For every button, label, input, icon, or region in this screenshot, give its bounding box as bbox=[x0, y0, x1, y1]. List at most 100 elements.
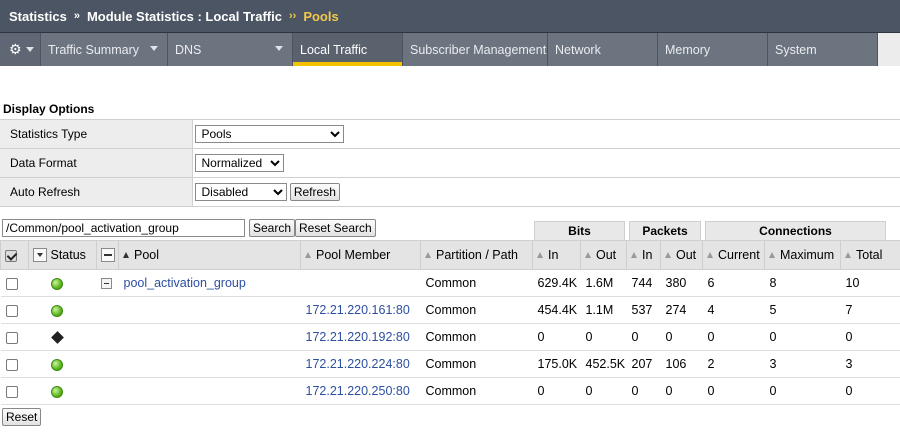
pool-member-link[interactable]: 172.21.220.192:80 bbox=[306, 330, 410, 344]
packets-in-column-header[interactable]: In bbox=[626, 240, 661, 270]
status-column-header[interactable]: Status bbox=[28, 240, 97, 270]
row-checkbox[interactable] bbox=[5, 304, 18, 317]
pool-member-cell bbox=[300, 269, 421, 297]
table-row: pool_activation_group Common 629.4K 1.6M… bbox=[0, 269, 900, 297]
table-row: 172.21.220.192:80 Common 0 0 0 0 0 0 0 bbox=[0, 323, 900, 351]
packets-out-cell: 106 bbox=[660, 350, 703, 378]
pool-cell bbox=[118, 350, 301, 378]
partition-cell: Common bbox=[420, 269, 533, 297]
reset-search-button[interactable]: Reset Search bbox=[295, 219, 376, 237]
tab-system[interactable]: System bbox=[768, 33, 878, 66]
sort-icon bbox=[631, 252, 637, 258]
total-header-label: Total bbox=[856, 248, 883, 262]
tab-memory[interactable]: Memory bbox=[658, 33, 768, 66]
packets-out-column-header[interactable]: Out bbox=[660, 240, 703, 270]
current-cell: 6 bbox=[702, 269, 765, 297]
tab-label: Network bbox=[555, 42, 601, 57]
chevron-down-icon bbox=[26, 47, 34, 52]
sort-asc-icon bbox=[123, 252, 129, 258]
maximum-header-label: Maximum bbox=[780, 248, 835, 262]
pool-member-column-header[interactable]: Pool Member bbox=[300, 240, 421, 270]
bits-in-cell: 0 bbox=[532, 323, 581, 351]
sort-icon bbox=[425, 252, 431, 258]
collapse-all-icon[interactable] bbox=[101, 248, 115, 263]
breadcrumb-statistics[interactable]: Statistics bbox=[9, 9, 67, 24]
current-column-header[interactable]: Current bbox=[702, 240, 765, 270]
tab-traffic-summary[interactable]: Traffic Summary bbox=[41, 33, 168, 66]
current-cell: 0 bbox=[702, 377, 765, 405]
tab-local-traffic[interactable]: Local Traffic bbox=[293, 33, 403, 66]
bits-out-cell: 1.1M bbox=[580, 296, 627, 324]
bits-out-cell: 452.5K bbox=[580, 350, 627, 378]
current-cell: 4 bbox=[702, 296, 765, 324]
bits-out-header-label: Out bbox=[596, 248, 617, 262]
pool-cell bbox=[118, 377, 301, 405]
statistics-type-select[interactable]: Pools bbox=[194, 125, 344, 143]
tab-label: Local Traffic bbox=[300, 42, 368, 57]
tab-subscriber-management[interactable]: Subscriber Management bbox=[403, 33, 548, 66]
sort-icon bbox=[305, 252, 311, 258]
pool-member-link[interactable]: 172.21.220.224:80 bbox=[306, 357, 410, 371]
select-all-checkbox[interactable] bbox=[5, 249, 17, 262]
breadcrumb: Statistics » Module Statistics : Local T… bbox=[0, 0, 900, 33]
tab-label: Memory bbox=[665, 42, 711, 57]
row-checkbox[interactable] bbox=[5, 277, 18, 290]
tab-bar: ⚙ Traffic Summary DNS Local Traffic Subs… bbox=[0, 33, 900, 66]
tab-network[interactable]: Network bbox=[548, 33, 658, 66]
refresh-button[interactable]: Refresh bbox=[289, 183, 340, 201]
breadcrumb-separator: ›› bbox=[288, 10, 297, 22]
pool-member-link[interactable]: 172.21.220.161:80 bbox=[306, 303, 410, 317]
table-row: 172.21.220.250:80 Common 0 0 0 0 0 0 0 bbox=[0, 377, 900, 405]
total-column-header[interactable]: Total bbox=[840, 240, 900, 270]
chevron-down-icon bbox=[275, 46, 283, 51]
row-checkbox[interactable] bbox=[5, 358, 18, 371]
partition-cell: Common bbox=[420, 350, 533, 378]
status-offline-icon bbox=[50, 331, 64, 345]
packets-in-header-label: In bbox=[642, 248, 653, 262]
packets-out-header-label: Out bbox=[676, 248, 697, 262]
pool-link[interactable]: pool_activation_group bbox=[124, 276, 246, 290]
packets-group-header: Packets bbox=[629, 221, 701, 240]
status-header-label: Status bbox=[50, 247, 86, 262]
row-checkbox[interactable] bbox=[5, 331, 18, 344]
pool-member-header-label: Pool Member bbox=[316, 248, 391, 262]
auto-refresh-select[interactable]: Disabled bbox=[194, 183, 287, 201]
packets-in-cell: 537 bbox=[626, 296, 661, 324]
select-all-cell bbox=[0, 240, 29, 270]
breadcrumb-module-statistics[interactable]: Module Statistics : Local Traffic bbox=[87, 9, 282, 24]
sort-icon bbox=[585, 252, 591, 258]
maximum-cell: 0 bbox=[764, 377, 841, 405]
packets-out-cell: 380 bbox=[660, 269, 703, 297]
tab-label: Subscriber Management bbox=[410, 42, 547, 57]
row-checkbox[interactable] bbox=[5, 385, 18, 398]
breadcrumb-current: Pools bbox=[303, 8, 339, 24]
maximum-column-header[interactable]: Maximum bbox=[764, 240, 841, 270]
pool-statistics-table: Status Pool Pool Member Partition / Path… bbox=[0, 240, 900, 405]
bits-in-cell: 454.4K bbox=[532, 296, 581, 324]
gear-menu-button[interactable]: ⚙ bbox=[0, 33, 41, 66]
data-format-select[interactable]: Normalized bbox=[194, 154, 284, 172]
tab-dns[interactable]: DNS bbox=[168, 33, 293, 66]
statistics-type-label: Statistics Type bbox=[0, 119, 193, 149]
search-button[interactable]: Search bbox=[249, 219, 296, 237]
auto-refresh-label: Auto Refresh bbox=[0, 177, 193, 207]
partition-column-header[interactable]: Partition / Path bbox=[420, 240, 533, 270]
total-cell: 10 bbox=[840, 269, 900, 297]
pool-cell bbox=[118, 323, 301, 351]
maximum-cell: 8 bbox=[764, 269, 841, 297]
packets-out-cell: 0 bbox=[660, 323, 703, 351]
pool-column-header[interactable]: Pool bbox=[118, 240, 301, 270]
filter-input[interactable] bbox=[2, 219, 245, 237]
current-cell: 0 bbox=[702, 323, 765, 351]
collapse-pool-icon[interactable] bbox=[100, 278, 112, 290]
status-available-icon bbox=[50, 385, 63, 398]
dropdown-icon[interactable] bbox=[33, 248, 47, 263]
collapse-all-cell bbox=[96, 240, 119, 270]
pool-header-label: Pool bbox=[134, 248, 160, 262]
pool-member-link[interactable]: 172.21.220.250:80 bbox=[306, 384, 410, 398]
packets-in-cell: 207 bbox=[626, 350, 661, 378]
bits-out-column-header[interactable]: Out bbox=[580, 240, 627, 270]
reset-button[interactable]: Reset bbox=[2, 408, 42, 426]
bits-in-column-header[interactable]: In bbox=[532, 240, 581, 270]
current-cell: 2 bbox=[702, 350, 765, 378]
